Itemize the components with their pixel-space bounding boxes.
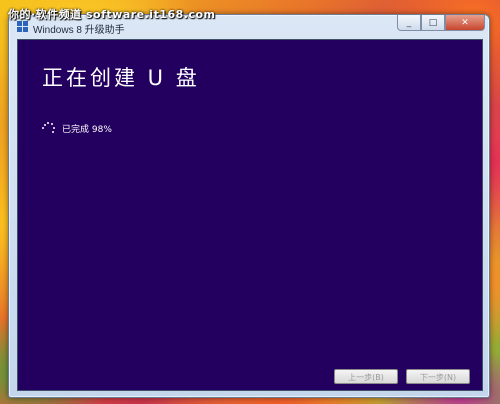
previous-button[interactable]: 上一步(B)	[334, 369, 398, 384]
window-controls: _ □ ✕	[397, 15, 485, 33]
maximize-button[interactable]: □	[421, 15, 445, 31]
close-button[interactable]: ✕	[445, 15, 485, 31]
close-icon: ✕	[461, 17, 469, 28]
progress-status: 已完成 98%	[62, 125, 112, 135]
content-area: 正在创建 U 盘 已完成 98% 上一步(B) 下一步(N)	[17, 39, 483, 391]
window-title: Windows 8 升级助手	[33, 25, 125, 36]
next-button[interactable]: 下一步(N)	[406, 369, 470, 384]
minimize-button[interactable]: _	[397, 15, 421, 31]
page-title: 正在创建 U 盘	[42, 66, 200, 90]
loading-spinner-icon	[42, 122, 56, 134]
maximize-icon: □	[428, 17, 438, 28]
minimize-icon: _	[406, 17, 412, 28]
windows-logo-icon	[17, 21, 28, 32]
watermark-text: 你的·软件频道 software.it168.com	[8, 8, 216, 21]
app-window: Windows 8 升级助手 _ □ ✕ 正在创建 U 盘 已完成 98% 上一…	[8, 14, 490, 398]
